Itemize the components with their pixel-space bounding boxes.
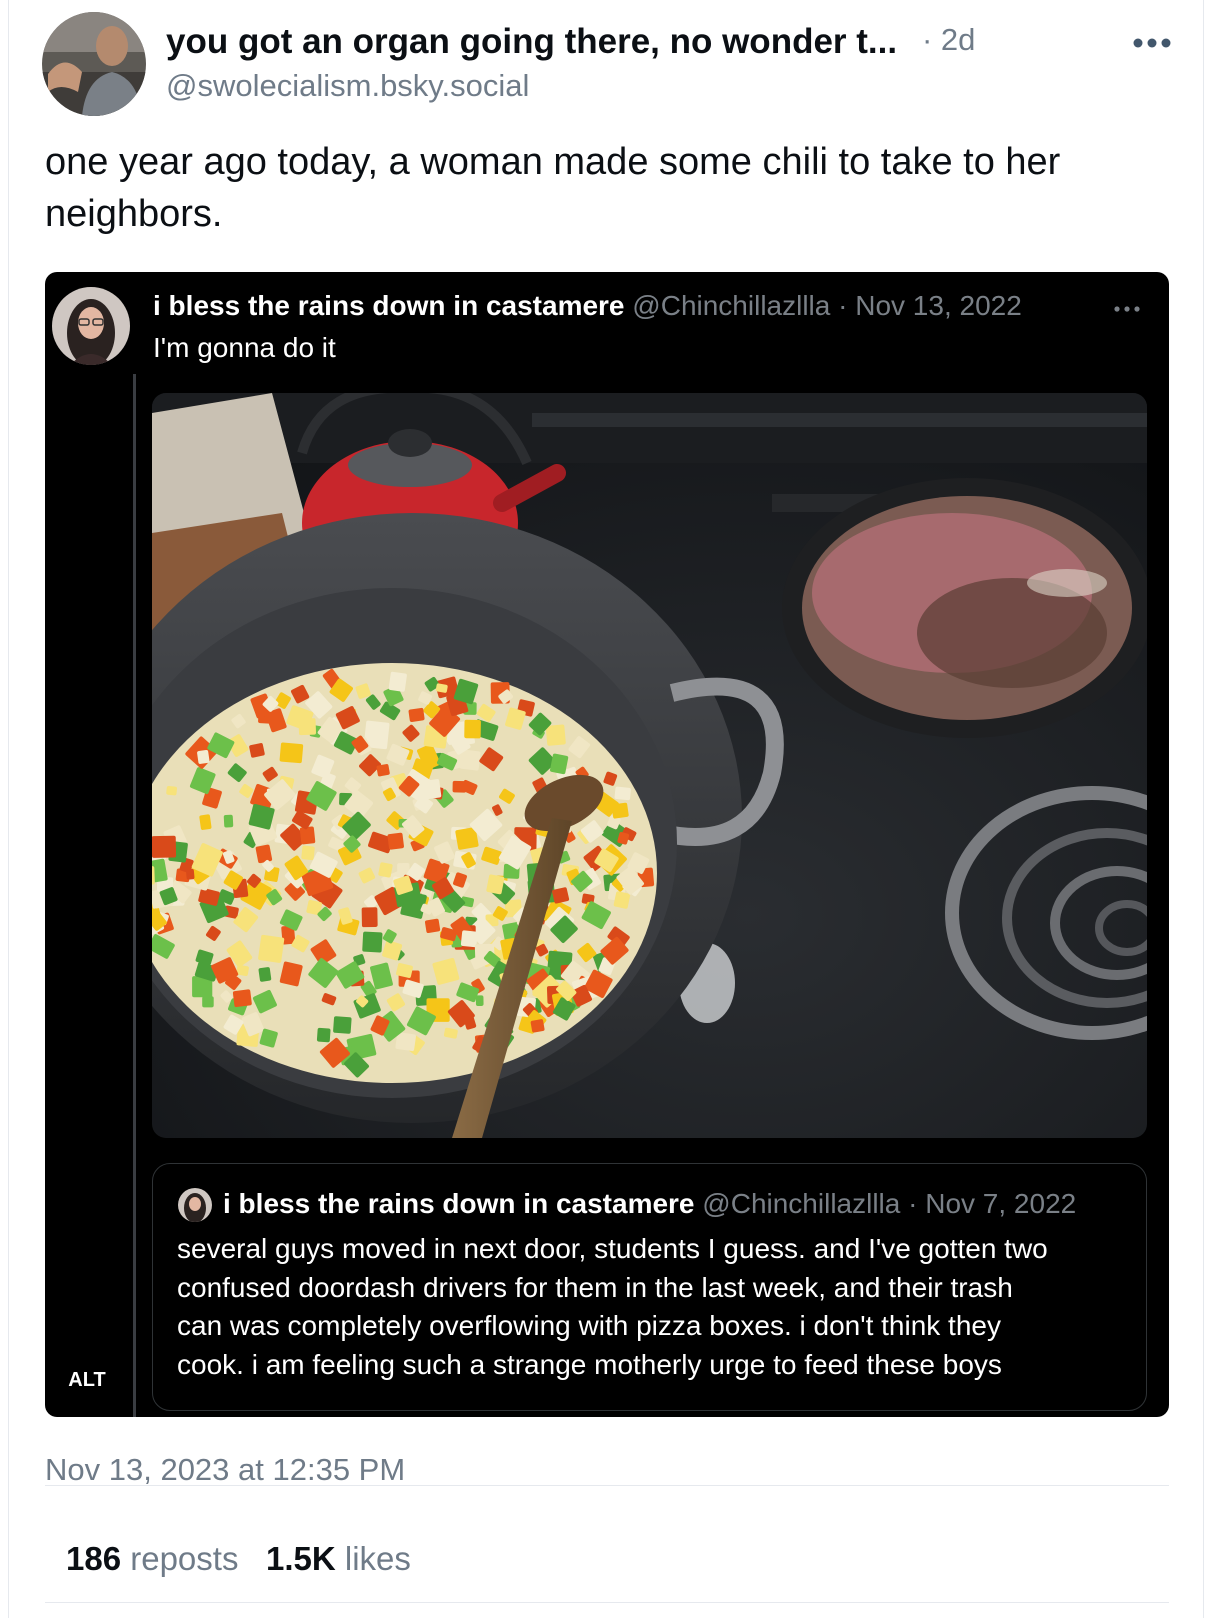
- likes-label: likes: [344, 1540, 411, 1577]
- nested-quote-author: i bless the rains down in castamere: [223, 1188, 695, 1219]
- author-avatar[interactable]: [42, 12, 146, 116]
- quoted-text: I'm gonna do it: [153, 332, 336, 363]
- engagement-stats: 186 reposts 1.5K likes: [66, 1540, 411, 1578]
- quoted-meta: @Chinchillazllla · Nov 13, 2022: [632, 290, 1022, 321]
- post-timestamp: Nov 13, 2023 at 12:35 PM: [45, 1452, 406, 1487]
- nested-quote-line: can was completely overflowing with pizz…: [177, 1310, 1001, 1341]
- author-handle[interactable]: @swolecialism.bsky.social: [166, 68, 529, 104]
- post-age: · 2d: [922, 22, 976, 57]
- nested-quote-text: several guys moved in next door, student…: [177, 1230, 1137, 1384]
- reposts-count: 186: [66, 1540, 122, 1577]
- nested-quote-header: i bless the rains down in castamere @Chi…: [223, 1188, 1076, 1220]
- nested-quote-line: cook. i am feeling such a strange mother…: [177, 1348, 1002, 1380]
- alt-text-badge[interactable]: ALT: [59, 1364, 115, 1396]
- ellipsis-icon: [1133, 38, 1171, 48]
- quoted-author-avatar: [52, 287, 130, 365]
- likes-count: 1.5K: [265, 1540, 336, 1577]
- divider: [45, 1485, 1169, 1486]
- more-options-button[interactable]: [1130, 26, 1174, 60]
- likes-stat[interactable]: 1.5K likes: [266, 1540, 411, 1577]
- quoted-author-name: i bless the rains down in castamere: [153, 290, 625, 321]
- divider: [45, 1602, 1169, 1603]
- nested-quote-meta: @Chinchillazllla · Nov 7, 2022: [702, 1188, 1077, 1219]
- nested-quote-line: several guys moved in next door, student…: [177, 1233, 1048, 1264]
- post-text: one year ago today, a woman made some ch…: [45, 141, 1061, 235]
- author-display-name[interactable]: you got an organ going there, no wonder …: [166, 22, 897, 62]
- embedded-image[interactable]: i bless the rains down in castamere @Chi…: [45, 272, 1169, 1417]
- quoted-header: i bless the rains down in castamere @Chi…: [153, 290, 1022, 322]
- reposts-label: reposts: [130, 1540, 239, 1577]
- nested-quote-avatar: [178, 1188, 212, 1222]
- nested-quote: i bless the rains down in castamere @Chi…: [152, 1163, 1147, 1411]
- nested-quote-line: confused doordash drivers for them in th…: [177, 1271, 1013, 1303]
- cooking-photo: [152, 393, 1147, 1138]
- thread-line: [133, 374, 136, 1417]
- reposts-stat[interactable]: 186 reposts: [66, 1540, 248, 1577]
- quoted-more-icon: [1105, 294, 1149, 324]
